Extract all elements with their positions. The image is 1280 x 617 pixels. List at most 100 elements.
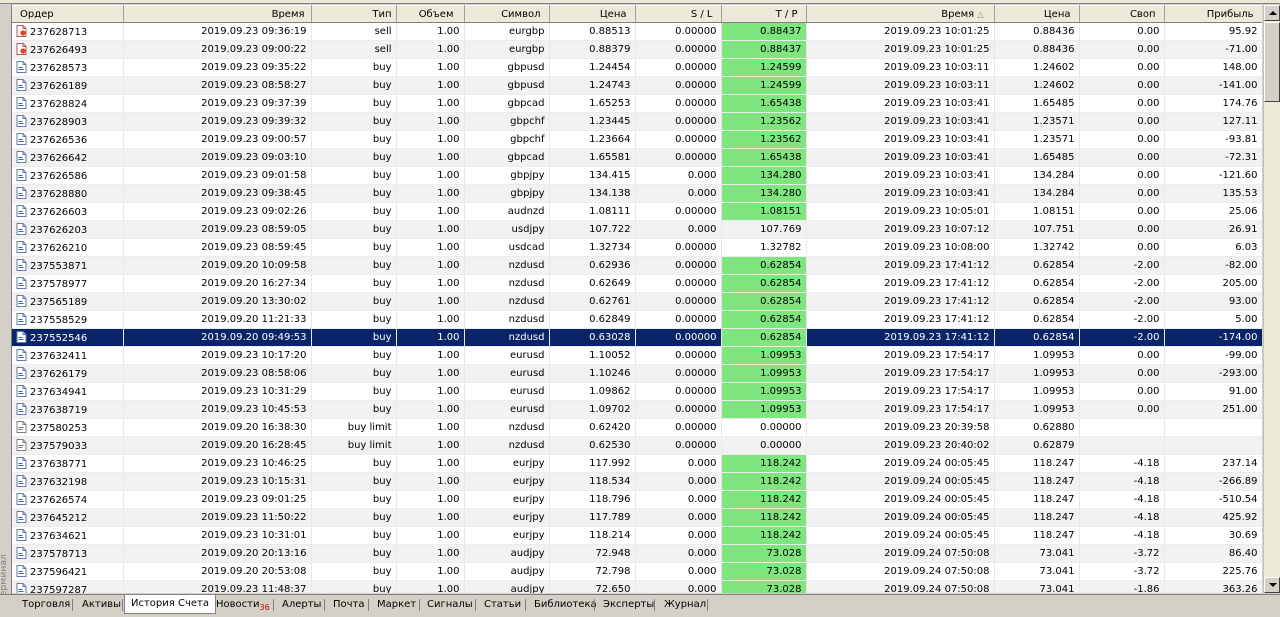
tab-signals[interactable]: Сигналы bbox=[425, 597, 475, 612]
col-header-order[interactable]: Ордер bbox=[12, 5, 124, 23]
tab-alerts[interactable]: Алерты bbox=[280, 597, 323, 612]
open-price-cell: 0.88379 bbox=[549, 40, 636, 59]
tab-mail[interactable]: Почта bbox=[331, 597, 367, 612]
table-row[interactable]: 237553871 2019.09.20 10:09:58 buy 1.00 nzdus… bbox=[12, 256, 1262, 275]
volume-cell: 1.00 bbox=[396, 58, 465, 77]
order-cell: 237578713 bbox=[12, 544, 124, 563]
profit-cell: -266.89 bbox=[1164, 472, 1262, 491]
col-header-volume[interactable]: Объем bbox=[396, 5, 465, 23]
tab-articles[interactable]: Статьи bbox=[482, 597, 523, 612]
tab-assets[interactable]: Активы bbox=[80, 597, 123, 612]
open-price-cell: 1.24454 bbox=[549, 58, 636, 77]
col-header-close-price[interactable]: Цена bbox=[994, 5, 1080, 23]
tab-account-history[interactable]: История Счета bbox=[124, 595, 216, 614]
table-row[interactable]: 237628824 2019.09.23 09:37:39 buy 1.00 gbpca… bbox=[12, 94, 1262, 113]
open-time-cell: 2019.09.20 16:27:34 bbox=[123, 274, 312, 293]
col-header-type[interactable]: Тип bbox=[311, 5, 397, 23]
buy-order-icon bbox=[16, 349, 27, 361]
table-row[interactable]: 237578977 2019.09.20 16:27:34 buy 1.00 nzdus… bbox=[12, 274, 1262, 293]
sl-cell: 0.00000 bbox=[635, 328, 722, 347]
table-row[interactable]: 237558529 2019.09.20 11:21:33 buy 1.00 nzdus… bbox=[12, 310, 1262, 329]
close-price-cell: 1.65485 bbox=[994, 94, 1080, 113]
order-cell: 237626210 bbox=[12, 238, 124, 257]
volume-cell: 1.00 bbox=[396, 220, 465, 239]
profit-cell: 148.00 bbox=[1164, 58, 1262, 77]
table-row[interactable]: 237628713 2019.09.23 09:36:19 sell 1.00 eurg… bbox=[12, 22, 1262, 41]
table-row[interactable]: 237628573 2019.09.23 09:35:22 buy 1.00 gbpus… bbox=[12, 58, 1262, 77]
table-row[interactable]: 237626189 2019.09.23 08:58:27 buy 1.00 gbpus… bbox=[12, 76, 1262, 95]
table-row[interactable]: 237578713 2019.09.20 20:13:16 buy 1.00 audjp… bbox=[12, 544, 1262, 563]
table-row[interactable]: 237597287 2019.09.23 11:48:37 buy 1.00 audjp… bbox=[12, 580, 1262, 593]
open-time-cell: 2019.09.23 08:58:27 bbox=[123, 76, 312, 95]
terminal-side-panel[interactable]: Терминал bbox=[0, 4, 12, 602]
table-row[interactable]: 237634621 2019.09.23 10:31:01 buy 1.00 eurjp… bbox=[12, 526, 1262, 545]
order-cell: 237628573 bbox=[12, 58, 124, 77]
order-number: 237597287 bbox=[30, 585, 88, 593]
tab-divider bbox=[594, 599, 595, 611]
open-time-cell: 2019.09.23 10:15:31 bbox=[123, 472, 312, 491]
table-row[interactable]: 237645212 2019.09.23 11:50:22 buy 1.00 eurjp… bbox=[12, 508, 1262, 527]
table-row[interactable]: 237628903 2019.09.23 09:39:32 buy 1.00 gbpch… bbox=[12, 112, 1262, 131]
open-time-cell: 2019.09.23 10:31:01 bbox=[123, 526, 312, 545]
profit-cell: 225.76 bbox=[1164, 562, 1262, 581]
buy-order-icon bbox=[16, 403, 27, 415]
table-row[interactable]: 237626493 2019.09.23 09:00:22 sell 1.00 eurg… bbox=[12, 40, 1262, 59]
table-row[interactable]: 237579033 2019.09.20 16:28:45 buy limit 1.0… bbox=[12, 436, 1262, 455]
col-header-symbol[interactable]: Символ bbox=[464, 5, 550, 23]
col-header-profit[interactable]: Прибыль bbox=[1164, 5, 1262, 23]
open-time-cell: 2019.09.20 11:21:33 bbox=[123, 310, 312, 329]
swap-cell: -4.18 bbox=[1079, 508, 1165, 527]
order-number: 237565189 bbox=[30, 297, 88, 308]
table-row[interactable]: 237628880 2019.09.23 09:38:45 buy 1.00 gbpjp… bbox=[12, 184, 1262, 203]
profit-cell: 5.00 bbox=[1164, 310, 1262, 329]
swap-cell: -4.18 bbox=[1079, 472, 1165, 491]
account-history-grid[interactable]: Ордер Время Тип Объем Символ Цена S / L … bbox=[12, 5, 1262, 593]
table-row[interactable]: 237626210 2019.09.23 08:59:45 buy 1.00 usdca… bbox=[12, 238, 1262, 257]
close-time-cell: 2019.09.23 10:03:41 bbox=[806, 130, 995, 149]
close-time-cell: 2019.09.23 10:03:11 bbox=[806, 76, 995, 95]
col-header-sl[interactable]: S / L bbox=[635, 5, 722, 23]
col-header-close-time[interactable]: Время △ bbox=[806, 5, 995, 23]
volume-cell: 1.00 bbox=[396, 364, 465, 383]
tab-experts[interactable]: Эксперты bbox=[601, 597, 656, 612]
table-row[interactable]: 237565189 2019.09.20 13:30:02 buy 1.00 nzdus… bbox=[12, 292, 1262, 311]
profit-cell: 425.92 bbox=[1164, 508, 1262, 527]
table-row[interactable]: 237626536 2019.09.23 09:00:57 buy 1.00 gbpch… bbox=[12, 130, 1262, 149]
tab-journal[interactable]: Журнал bbox=[662, 597, 708, 612]
col-header-open-time[interactable]: Время bbox=[123, 5, 312, 23]
type-cell: buy bbox=[311, 580, 397, 593]
vertical-scrollbar[interactable] bbox=[1263, 5, 1280, 593]
table-row[interactable]: 237626642 2019.09.23 09:03:10 buy 1.00 gbpca… bbox=[12, 148, 1262, 167]
scroll-thumb[interactable] bbox=[1264, 22, 1280, 102]
table-row[interactable]: 237632411 2019.09.23 10:17:20 buy 1.00 eurus… bbox=[12, 346, 1262, 365]
open-time-cell: 2019.09.23 10:46:25 bbox=[123, 454, 312, 473]
tab-library[interactable]: Библиотека bbox=[532, 597, 599, 612]
col-header-tp[interactable]: T / P bbox=[721, 5, 807, 23]
table-row[interactable]: 237638719 2019.09.23 10:45:53 buy 1.00 eurus… bbox=[12, 400, 1262, 419]
volume-cell: 1.00 bbox=[396, 76, 465, 95]
table-row[interactable]: 237638771 2019.09.23 10:46:25 buy 1.00 eurjp… bbox=[12, 454, 1262, 473]
open-time-cell: 2019.09.20 16:38:30 bbox=[123, 418, 312, 437]
table-row[interactable]: 237580253 2019.09.20 16:38:30 buy limit 1.0… bbox=[12, 418, 1262, 437]
sl-cell: 0.00000 bbox=[635, 382, 722, 401]
col-header-swap[interactable]: Своп bbox=[1079, 5, 1165, 23]
volume-cell: 1.00 bbox=[396, 310, 465, 329]
table-row[interactable]: 237626179 2019.09.23 08:58:06 buy 1.00 eurus… bbox=[12, 364, 1262, 383]
tab-market[interactable]: Маркет bbox=[375, 597, 418, 612]
tab-trade[interactable]: Торговля bbox=[20, 597, 72, 612]
scroll-up-button[interactable] bbox=[1264, 5, 1280, 21]
buy-order-icon bbox=[16, 79, 27, 91]
table-row[interactable]: 237596421 2019.09.20 20:53:08 buy 1.00 audjp… bbox=[12, 562, 1262, 581]
tab-news[interactable]: Новости36 bbox=[214, 597, 272, 612]
table-row[interactable]: 237632198 2019.09.23 10:15:31 buy 1.00 eurjp… bbox=[12, 472, 1262, 491]
open-price-cell: 1.24743 bbox=[549, 76, 636, 95]
table-row[interactable]: 237626574 2019.09.23 09:01:25 buy 1.00 eurjp… bbox=[12, 490, 1262, 509]
table-row-selected[interactable]: 237552546 2019.09.20 09:49:53 buy 1.00 nzdus… bbox=[12, 328, 1262, 347]
table-row[interactable]: 237626586 2019.09.23 09:01:58 buy 1.00 gbpjp… bbox=[12, 166, 1262, 185]
table-row[interactable]: 237634941 2019.09.23 10:31:29 buy 1.00 eurus… bbox=[12, 382, 1262, 401]
profit-cell: -121.60 bbox=[1164, 166, 1262, 185]
scroll-down-button[interactable] bbox=[1264, 577, 1280, 593]
col-header-open-price[interactable]: Цена bbox=[549, 5, 636, 23]
table-row[interactable]: 237626603 2019.09.23 09:02:26 buy 1.00 audnz… bbox=[12, 202, 1262, 221]
table-row[interactable]: 237626203 2019.09.23 08:59:05 buy 1.00 usdjp… bbox=[12, 220, 1262, 239]
